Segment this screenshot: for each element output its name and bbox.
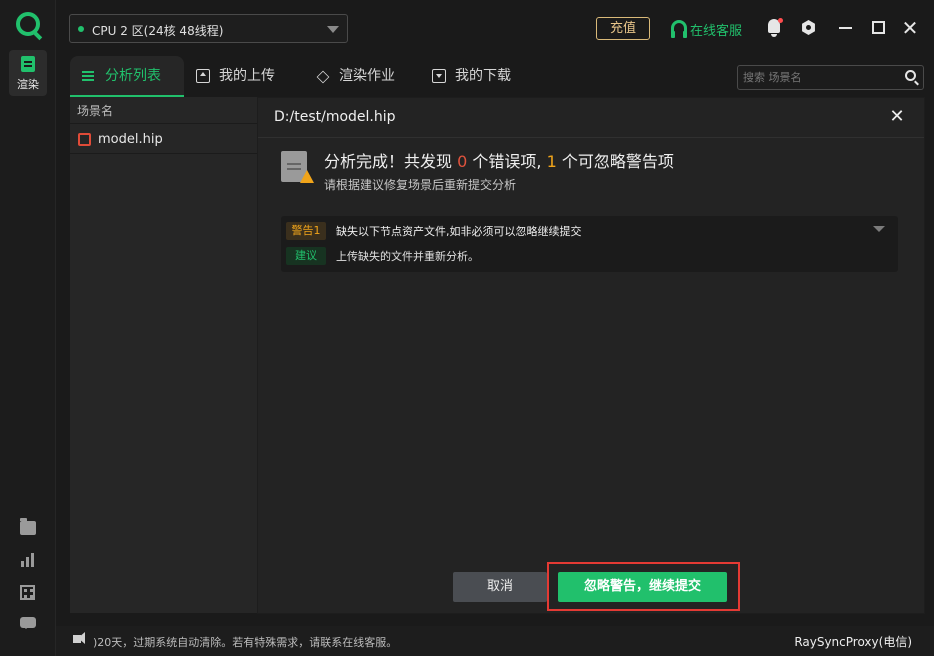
headset-icon[interactable] — [671, 20, 687, 38]
recharge-button[interactable]: 充值 — [596, 17, 650, 40]
warning-count: 1 — [546, 152, 557, 171]
upload-icon — [196, 69, 210, 83]
scene-search — [737, 65, 924, 90]
summary-prefix: 分析完成！共发现 — [324, 152, 453, 171]
cancel-button[interactable]: 取消 — [453, 572, 547, 602]
tab-analysis-list-label: 分析列表 — [105, 68, 161, 84]
search-icon[interactable] — [905, 70, 916, 81]
list-icon — [82, 69, 96, 83]
download-icon — [432, 69, 446, 83]
scene-name-column-header: 场景名 — [70, 98, 258, 124]
app-logo-icon — [16, 12, 40, 36]
chat-icon[interactable] — [20, 617, 36, 629]
left-sidebar: 渲染 — [0, 0, 56, 656]
tab-render-jobs[interactable]: 渲染作业 — [304, 56, 424, 97]
analysis-result-dialog: D:/test/model.hip ✕ 分析完成！共发现 0 个错误项, 1 个… — [258, 98, 924, 613]
warning-item[interactable]: 警告1 缺失以下节点资产文件,如非必须可以忽略继续提交 建议 上传缺失的文件并重… — [281, 216, 898, 272]
tab-my-downloads[interactable]: 我的下载 — [420, 56, 540, 97]
notification-dot — [778, 18, 783, 23]
status-bar: )20天，过期系统自动清除。若有特殊需求，请联系在线客服。 RaySyncPro… — [56, 626, 934, 656]
sidebar-item-render-label: 渲染 — [17, 78, 39, 91]
qr-code-icon[interactable] — [20, 585, 35, 600]
scene-file-name: model.hip — [98, 132, 163, 147]
warning-badge: 警告1 — [286, 222, 326, 240]
analysis-summary: 分析完成！共发现 0 个错误项, 1 个可忽略警告项 — [324, 148, 674, 172]
sidebar-item-render[interactable]: 渲染 — [9, 50, 47, 96]
maximize-icon[interactable] — [872, 21, 885, 34]
chevron-down-icon[interactable] — [873, 226, 885, 232]
cpu-region-value: CPU 2 区(24核 48线程) — [92, 24, 224, 38]
summary-middle: 个错误项, — [472, 152, 542, 171]
bar-chart-icon[interactable] — [20, 553, 36, 567]
dialog-close-icon[interactable]: ✕ — [886, 106, 908, 128]
minimize-icon[interactable] — [839, 27, 852, 29]
window-close-icon[interactable]: ✕ — [900, 14, 920, 42]
folder-icon[interactable] — [20, 518, 36, 535]
houdini-file-icon — [78, 133, 91, 146]
dialog-header: D:/test/model.hip ✕ — [258, 98, 924, 138]
layers-icon — [316, 69, 330, 83]
advice-badge: 建议 — [286, 247, 326, 265]
transfer-proxy-label[interactable]: RaySyncProxy(电信) — [794, 633, 912, 650]
online-support-link[interactable]: 在线客服 — [690, 20, 742, 39]
summary-suffix: 个可忽略警告项 — [561, 152, 674, 171]
scene-search-input[interactable] — [738, 66, 898, 89]
tab-analysis-list[interactable]: 分析列表 — [70, 56, 184, 97]
analysis-hint: 请根据建议修复场景后重新提交分析 — [324, 178, 517, 192]
error-count: 0 — [457, 152, 468, 171]
online-status-dot — [78, 26, 84, 32]
tab-my-uploads[interactable]: 我的上传 — [184, 56, 304, 97]
chevron-down-icon — [327, 26, 339, 33]
advice-message: 上传缺失的文件并重新分析。 — [336, 250, 479, 263]
tab-my-downloads-label: 我的下载 — [455, 68, 511, 84]
settings-icon[interactable] — [802, 20, 815, 35]
warning-triangle-icon — [300, 170, 314, 183]
dialog-title: D:/test/model.hip — [274, 109, 396, 125]
notice-text: )20天，过期系统自动清除。若有特殊需求，请联系在线客服。 — [93, 636, 398, 649]
cpu-region-select[interactable]: CPU 2 区(24核 48线程) — [69, 14, 348, 43]
table-row[interactable]: model.hip — [70, 125, 258, 154]
tab-render-jobs-label: 渲染作业 — [339, 68, 395, 84]
render-icon — [21, 56, 35, 72]
warning-message: 缺失以下节点资产文件,如非必须可以忽略继续提交 — [336, 225, 582, 238]
tab-my-uploads-label: 我的上传 — [219, 68, 275, 84]
speaker-icon — [73, 632, 85, 644]
ignore-and-submit-button[interactable]: 忽略警告，继续提交 — [558, 572, 727, 602]
